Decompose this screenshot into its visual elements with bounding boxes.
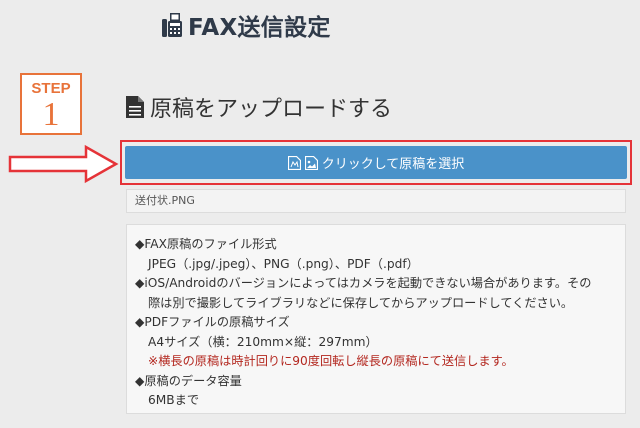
format-heading: ◆FAX原稿のファイル形式 <box>135 237 277 251</box>
selected-file-name: 送付状.PNG <box>126 189 626 213</box>
step-badge: STEP 1 <box>20 73 82 135</box>
section-title: 原稿をアップロードする <box>126 92 392 122</box>
upload-info-box: ◆FAX原稿のファイル形式 JPEG（.jpg/.jpeg）、PNG（.png）… <box>126 224 626 414</box>
format-value: JPEG（.jpg/.jpeg）、PNG（.png）、PDF（.pdf） <box>148 256 419 271</box>
capacity-value: 6MBまで <box>148 393 200 407</box>
document-icon <box>126 96 144 118</box>
step-number: 1 <box>42 96 60 133</box>
pdf-heading: ◆PDFファイルの原稿サイズ <box>135 315 290 329</box>
pdf-size: A4サイズ（横：210mm×縦：297mm） <box>148 334 378 349</box>
image-file-icon <box>304 155 318 170</box>
ios-note-line2: 際は別で撮影してライブラリなどに保存してからアップロードしてください。 <box>148 295 574 310</box>
page-title: FAX送信設定 <box>188 15 331 41</box>
select-file-button[interactable]: クリックして原稿を選択 <box>125 146 627 179</box>
fax-icon <box>162 13 182 37</box>
ios-note-line1: ◆iOS/Androidのバージョンによってはカメラを起動できない場合があります… <box>135 276 592 290</box>
select-file-button-label: クリックして原稿を選択 <box>321 156 465 171</box>
pdf-file-icon <box>287 155 301 170</box>
pdf-warning: ※横長の原稿は時計回りに90度回転し縦長の原稿にて送信します。 <box>148 354 514 368</box>
capacity-heading: ◆原稿のデータ容量 <box>135 373 242 388</box>
section-title-text: 原稿をアップロードする <box>150 97 393 122</box>
page-header: FAX送信設定 <box>162 8 331 42</box>
pointer-arrow-icon <box>8 144 119 184</box>
